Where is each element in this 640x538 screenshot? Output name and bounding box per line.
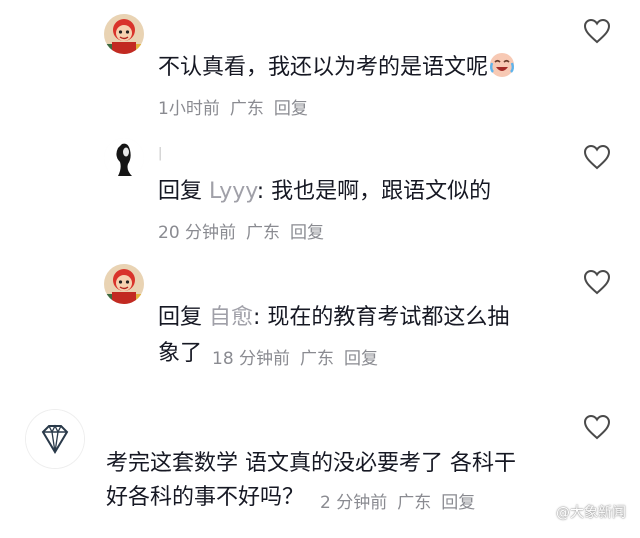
comment-text-line2: 好各科的事不好吗？ [106, 478, 304, 518]
laughing-crying-emoji-icon [490, 53, 515, 77]
comment-location: 广东 [229, 99, 264, 119]
comment-text: 回复 自愈: 现在的教育考试都这么抽 [158, 298, 509, 338]
comment-meta: 2 分钟前 广东 回复 [320, 488, 475, 513]
comment-location: 广东 [300, 349, 335, 369]
comment-body-line1: : 现在的教育考试都这么抽 [253, 305, 510, 330]
avatar[interactable] [104, 264, 144, 304]
like-heart-icon[interactable] [583, 144, 611, 170]
comment-section: 不认真看，我还以为考的是语文呢 1小时前 广东 回复 | 回复 Lyyy: 我也是啊… [0, 0, 640, 538]
username[interactable]: | [158, 146, 163, 161]
watermark: @大象新闻 [536, 502, 626, 522]
like-heart-icon[interactable] [583, 414, 611, 440]
comment-time: 20 分钟前 [158, 223, 237, 243]
reply-button[interactable]: 回复 [290, 223, 324, 243]
comment-text-line2: 象了 [158, 334, 202, 374]
watermark-text: @大象新闻 [556, 505, 626, 521]
comment-body: 不认真看，我还以为考的是语文呢 [158, 55, 489, 80]
comment-body: : 我也是啊，跟语文似的 [256, 179, 492, 204]
reply-to-username[interactable]: Lyyy [209, 179, 257, 204]
like-heart-icon[interactable] [583, 269, 611, 295]
comment-meta: 18 分钟前 广东 回复 [212, 344, 378, 369]
weibo-logo-icon [536, 504, 552, 520]
comment-text: 不认真看，我还以为考的是语文呢 [158, 48, 516, 88]
reply-button[interactable]: 回复 [344, 349, 378, 369]
cartoon-character-avatar-icon [104, 264, 144, 304]
comment-meta: 1小时前 广东 回复 [158, 94, 308, 119]
comment-time: 18 分钟前 [212, 349, 291, 369]
avatar[interactable] [26, 410, 84, 468]
comment-body-line2: 好各科的事不好吗？ [106, 485, 305, 510]
like-heart-icon[interactable] [583, 18, 611, 44]
cartoon-character-avatar-icon [104, 14, 144, 54]
comment-text: 回复 Lyyy: 我也是啊，跟语文似的 [158, 172, 491, 212]
reply-prefix: 回复 [158, 179, 203, 204]
reply-to-username[interactable]: 自愈 [209, 305, 253, 330]
reply-prefix: 回复 [158, 305, 203, 330]
comment-location: 广东 [397, 493, 432, 513]
comment-body-line1: 考完这套数学 语文真的没必要考了 各科干 [106, 451, 516, 476]
avatar[interactable] [104, 14, 144, 54]
comment-location: 广东 [246, 223, 281, 243]
comment-meta: 20 分钟前 广东 回复 [158, 218, 324, 243]
comment-time: 1小时前 [158, 99, 220, 119]
avatar[interactable] [104, 138, 144, 178]
comment-time: 2 分钟前 [320, 493, 388, 513]
diamond-avatar-icon [26, 410, 84, 468]
reply-button[interactable]: 回复 [441, 493, 475, 513]
comment-body-line2: 象了 [158, 341, 203, 366]
reply-button[interactable]: 回复 [274, 99, 308, 119]
dark-silhouette-avatar-icon [104, 138, 144, 178]
